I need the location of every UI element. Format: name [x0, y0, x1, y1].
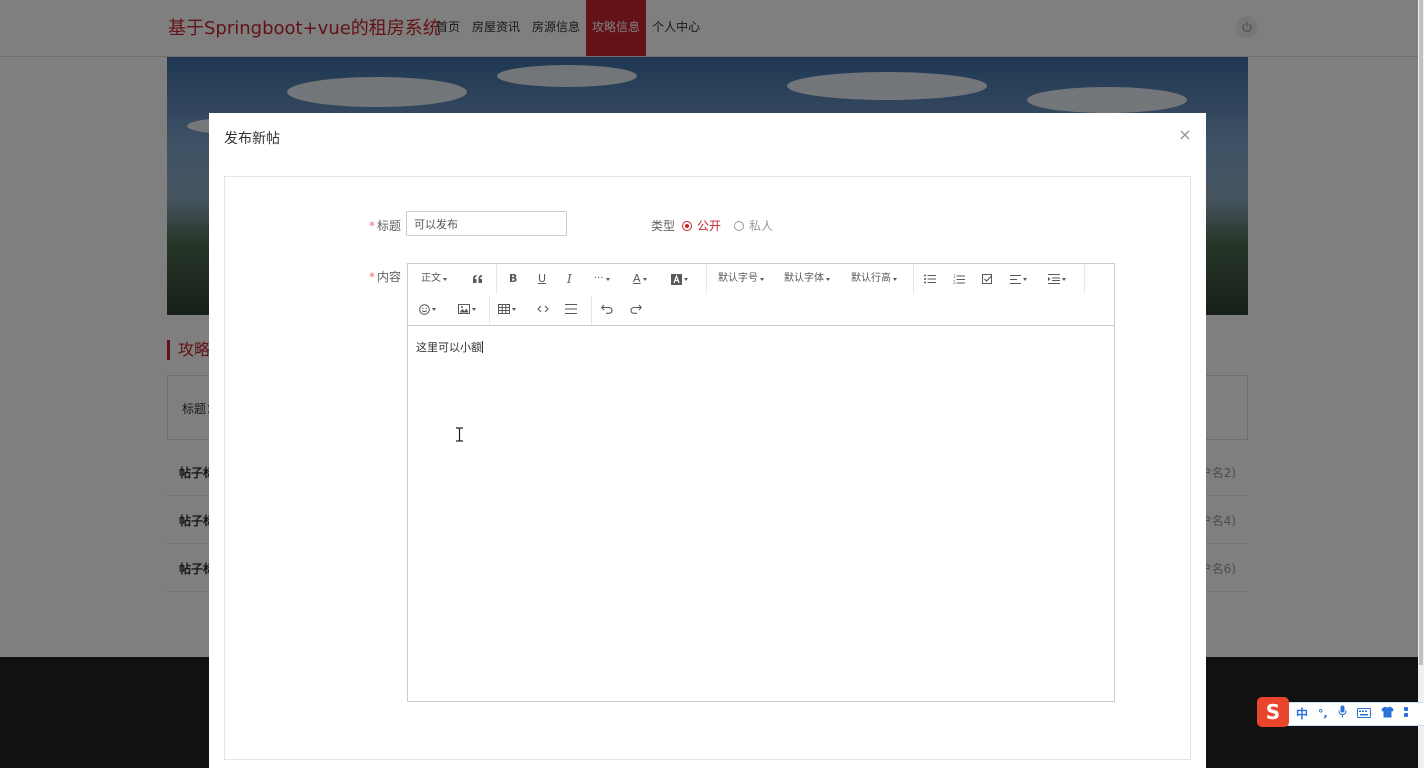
- undo-icon[interactable]: [601, 297, 613, 321]
- toolbox-grid-icon[interactable]: [1403, 703, 1410, 725]
- toolbar-divider: [489, 295, 490, 325]
- toolbar-divider: [1084, 264, 1085, 294]
- todo-checkbox-icon[interactable]: [982, 267, 993, 291]
- italic-icon[interactable]: I: [567, 267, 572, 291]
- paragraph-dropdown[interactable]: 正文: [421, 267, 447, 291]
- toolbar-divider: [591, 295, 592, 325]
- text-cursor: [482, 341, 483, 353]
- dialog-title: 发布新帖: [224, 131, 280, 147]
- microphone-icon[interactable]: [1338, 703, 1347, 725]
- align-dropdown[interactable]: [1010, 267, 1027, 291]
- required-mark: *: [369, 219, 375, 233]
- radio-private[interactable]: 私人: [734, 217, 773, 234]
- redo-icon[interactable]: [630, 297, 642, 321]
- blockquote-icon[interactable]: [472, 267, 483, 291]
- ime-toolbar: 中 °, S: [1257, 697, 1424, 729]
- ibeam-cursor-icon: [456, 427, 463, 442]
- sogou-ime-logo[interactable]: S: [1257, 697, 1289, 727]
- close-icon[interactable]: ×: [1177, 127, 1193, 143]
- keyboard-icon[interactable]: [1356, 703, 1371, 725]
- code-icon[interactable]: [537, 297, 549, 321]
- underline-icon[interactable]: U: [538, 267, 546, 291]
- toolbar-divider: [706, 264, 707, 294]
- skin-shirt-icon[interactable]: [1381, 703, 1394, 725]
- line-height-dropdown[interactable]: 默认行高: [851, 267, 897, 291]
- bold-icon[interactable]: B: [509, 267, 517, 291]
- title-label: * 标题: [369, 219, 402, 233]
- background-color-dropdown[interactable]: [671, 267, 688, 291]
- page-scrollbar[interactable]: [1418, 0, 1424, 768]
- svg-text:2: 2: [953, 280, 956, 285]
- svg-text:1: 1: [953, 274, 956, 279]
- toolbar-divider: [913, 264, 914, 294]
- bulleted-list-icon[interactable]: [924, 267, 936, 291]
- emoji-dropdown[interactable]: [419, 297, 436, 321]
- type-label: 类型: [651, 219, 676, 233]
- font-size-dropdown[interactable]: 默认字号: [718, 267, 764, 291]
- numbered-list-icon[interactable]: 12: [953, 267, 965, 291]
- more-styles-dropdown[interactable]: ···: [594, 267, 610, 291]
- content-label: * 内容: [369, 270, 402, 284]
- ime-panel: 中 °,: [1283, 702, 1424, 726]
- post-form: *标题 类型 公开 私人 *内容 正文 B U I ··· A 默认字号 默认字…: [224, 176, 1191, 760]
- table-dropdown[interactable]: [498, 297, 516, 321]
- ime-mode[interactable]: 中: [1296, 703, 1308, 725]
- divider-line-icon[interactable]: [565, 297, 577, 321]
- font-family-dropdown[interactable]: 默认字体: [784, 267, 830, 291]
- indent-dropdown[interactable]: [1048, 267, 1066, 291]
- font-color-dropdown[interactable]: A: [633, 267, 647, 291]
- new-post-dialog: 发布新帖 × *标题 类型 公开 私人 *内容 正文 B U I ··· A 默…: [209, 113, 1206, 768]
- scrollbar-thumb[interactable]: [1419, 0, 1423, 665]
- toolbar-divider: [496, 264, 497, 294]
- radio-unchecked-icon: [734, 220, 744, 231]
- radio-public[interactable]: 公开: [682, 217, 721, 234]
- ime-punctuation[interactable]: °,: [1318, 703, 1328, 725]
- editor-content[interactable]: 这里可以小额: [416, 339, 483, 355]
- image-dropdown[interactable]: [458, 297, 476, 321]
- title-input[interactable]: [406, 211, 567, 236]
- required-mark: *: [369, 270, 375, 284]
- rich-text-editor: 正文 B U I ··· A 默认字号 默认字体 默认行高 12 这里可以小额: [407, 263, 1115, 702]
- editor-toolbar: 正文 B U I ··· A 默认字号 默认字体 默认行高 12: [408, 264, 1114, 326]
- radio-checked-icon: [682, 220, 692, 231]
